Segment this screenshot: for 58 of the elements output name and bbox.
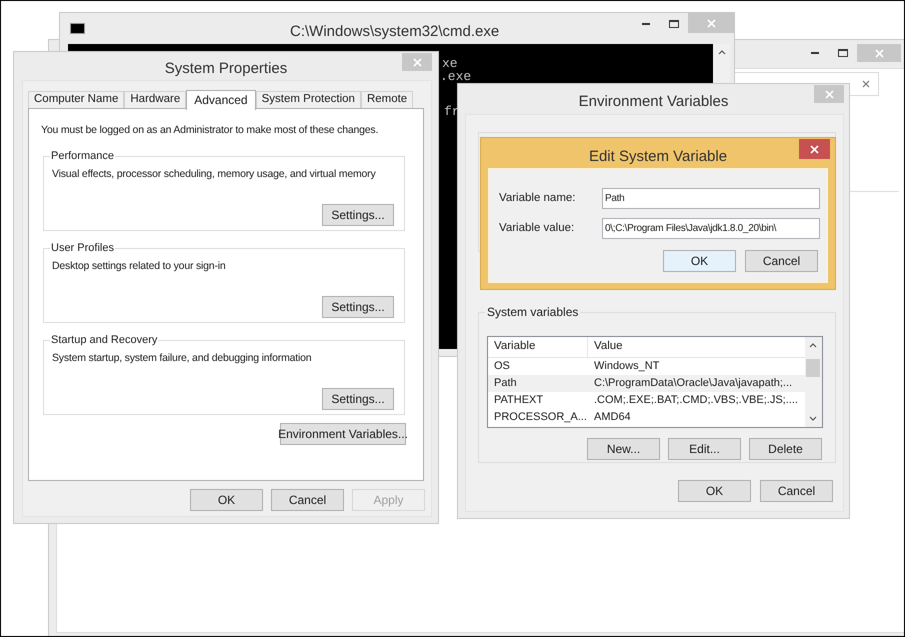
field-label: Variable value: bbox=[499, 220, 576, 236]
scroll-down-icon[interactable] bbox=[809, 416, 817, 421]
variable-button[interactable]: Delete bbox=[749, 438, 822, 460]
console-text: .exe bbox=[440, 70, 472, 83]
window-title: Edit System Variable bbox=[588, 147, 728, 167]
group-title: Startup and Recovery bbox=[50, 332, 158, 348]
dialog-button[interactable]: OK bbox=[190, 489, 263, 511]
variable-name: Path bbox=[493, 376, 518, 392]
group-title: User Profiles bbox=[50, 240, 115, 256]
column-header[interactable]: Value bbox=[588, 337, 805, 357]
settings-button[interactable]: Settings... bbox=[322, 296, 394, 318]
tab[interactable]: Computer Name bbox=[28, 91, 124, 109]
variable-value: Windows_NT bbox=[593, 359, 660, 374]
scroll-up-icon[interactable] bbox=[718, 50, 726, 55]
dialog-button[interactable]: Cancel bbox=[760, 480, 833, 502]
scroll-up-icon[interactable] bbox=[809, 343, 817, 348]
tab[interactable]: System Protection bbox=[256, 91, 361, 109]
dialog-button[interactable]: OK bbox=[678, 480, 751, 502]
tab[interactable]: Remote bbox=[360, 91, 414, 109]
list-row[interactable]: PATHEXT .COM;.EXE;.BAT;.CMD;.VBS;.VBE;.JS;.... bbox=[488, 392, 805, 409]
variable-name: PROCESSOR_A... bbox=[493, 410, 588, 426]
console-text: xe bbox=[442, 57, 459, 70]
settings-button[interactable]: Settings... bbox=[322, 388, 394, 410]
group-description: Desktop settings related to your sign-in bbox=[52, 259, 226, 274]
variable-name: PATHEXT bbox=[493, 393, 544, 408]
column-header[interactable]: Variable bbox=[488, 337, 588, 357]
console-icon bbox=[70, 23, 85, 34]
dialog-button[interactable]: Cancel bbox=[745, 250, 818, 272]
window-title: System Properties bbox=[164, 59, 288, 79]
close-icon[interactable] bbox=[799, 139, 830, 159]
group-description: Visual effects, processor scheduling, memory usage, and virtual memory bbox=[52, 167, 376, 182]
variable-button[interactable]: Edit... bbox=[668, 438, 741, 460]
console-text: fr bbox=[444, 105, 461, 118]
list-row[interactable]: OS Windows_NT bbox=[488, 358, 805, 375]
window-title: C:\Windows\system32\cmd.exe bbox=[290, 22, 500, 42]
group-title: Performance bbox=[50, 148, 115, 164]
settings-button[interactable]: Settings... bbox=[322, 204, 394, 226]
variable-value: .COM;.EXE;.BAT;.CMD;.VBS;.VBE;.JS;.... bbox=[593, 393, 799, 408]
field-label: Variable name: bbox=[499, 190, 576, 206]
tab[interactable]: Hardware bbox=[124, 91, 186, 109]
list-row[interactable]: Path C:\ProgramData\Oracle\Java\javapath;... bbox=[488, 375, 805, 392]
variable-name: OS bbox=[493, 359, 511, 374]
environment-variables-button[interactable]: Environment Variables... bbox=[280, 422, 406, 445]
group-description: System startup, system failure, and debugging information bbox=[52, 351, 312, 366]
variable-value: AMD64 bbox=[593, 410, 632, 426]
notice-text: You must be logged on as an Administrator to make most of these changes. bbox=[41, 123, 378, 138]
group-title: System variables bbox=[486, 304, 580, 321]
window-title: Environment Variables bbox=[578, 92, 730, 112]
variable-value: C:\ProgramData\Oracle\Java\javapath;... bbox=[593, 376, 794, 392]
tab[interactable]: Advanced bbox=[186, 90, 256, 110]
close-icon[interactable] bbox=[862, 80, 870, 88]
dialog-button[interactable]: OK bbox=[663, 250, 736, 272]
text-field[interactable]: Path bbox=[602, 188, 820, 209]
list-row[interactable]: PROCESSOR_A... AMD64 bbox=[488, 409, 805, 426]
scroll-thumb[interactable] bbox=[806, 359, 820, 377]
text-field[interactable]: 0\;C:\Program Files\Java\jdk1.8.0_20\bin\ bbox=[602, 218, 820, 239]
variable-button[interactable]: New... bbox=[587, 438, 660, 460]
dialog-button[interactable]: Cancel bbox=[271, 489, 344, 511]
